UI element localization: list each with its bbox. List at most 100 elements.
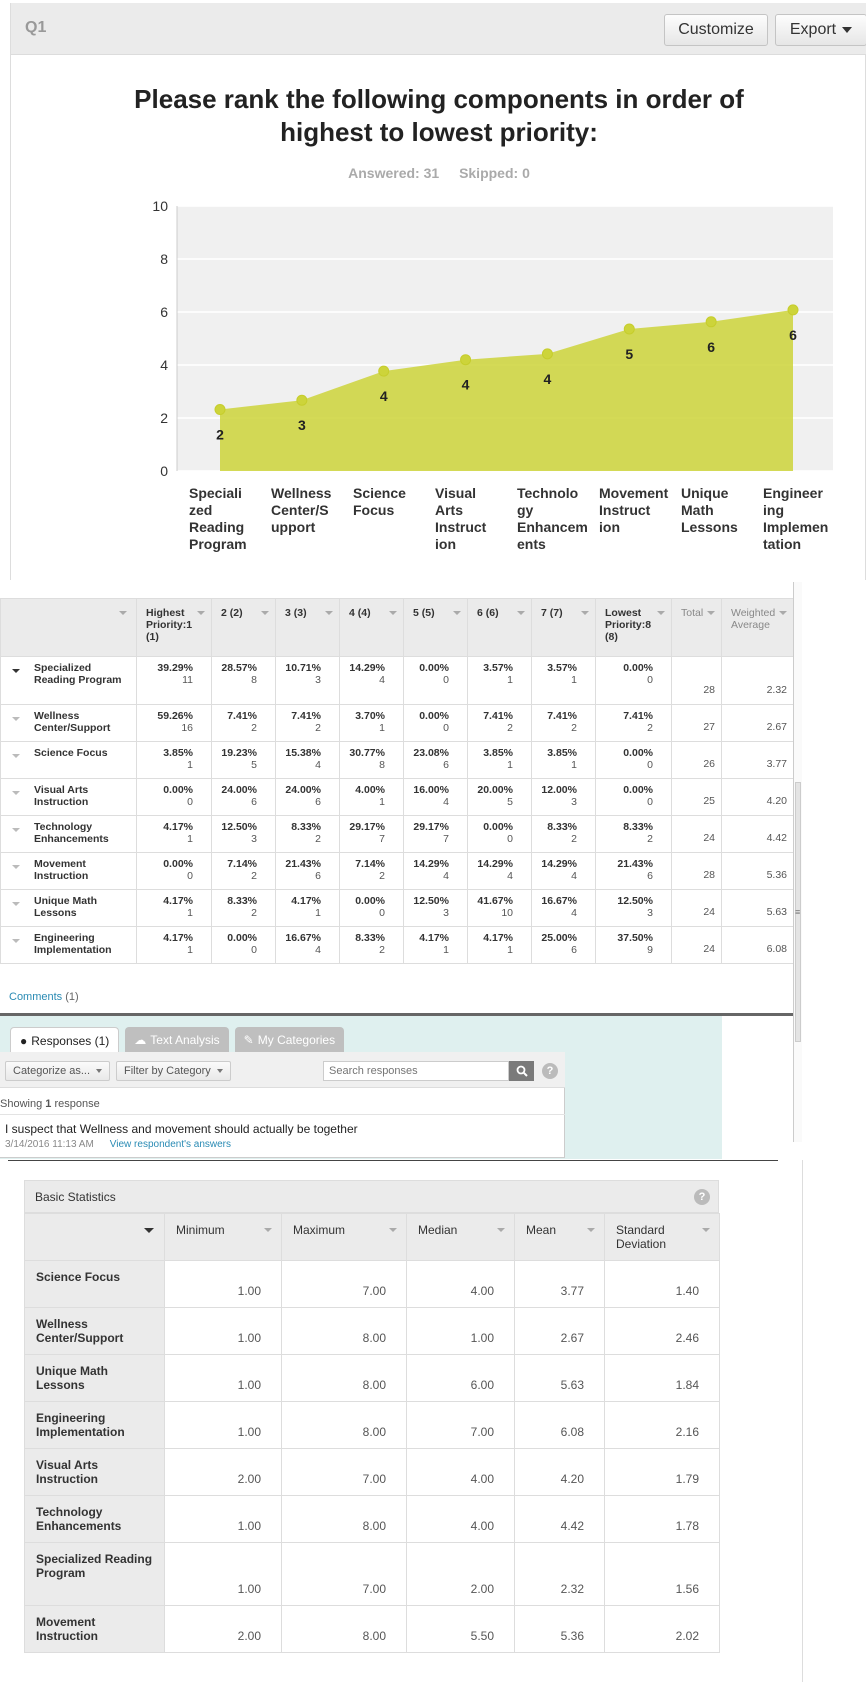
question-title: Please rank the following components in … (134, 84, 744, 147)
tab-responses[interactable]: ● Responses (1) (10, 1027, 120, 1053)
view-respondent-link[interactable]: View respondent's answers (110, 1139, 231, 1150)
chevron-down-icon[interactable] (12, 754, 20, 758)
data-point[interactable] (214, 404, 226, 416)
response-meta: 3/14/2016 11:13 AM View respondent's answ… (5, 1139, 231, 1150)
stats-row-label: Movement Instruction (24, 1605, 165, 1653)
help-icon[interactable]: ? (694, 1189, 710, 1205)
x-tick-label: Unique (681, 485, 729, 501)
row-label[interactable]: Specialized Reading Program (0, 656, 137, 705)
row-label-text: Specialized Reading Program (34, 662, 122, 686)
table-cell: 12.50% 3 (211, 815, 276, 853)
cell-count: 2 (251, 722, 257, 734)
cell-count: 6 (571, 944, 577, 956)
row-label[interactable]: Science Focus (0, 741, 137, 779)
filter-category-dropdown[interactable]: Filter by Category (116, 1061, 231, 1081)
stats-column-header[interactable]: Minimum (164, 1213, 282, 1261)
cell-count: 2 (315, 722, 321, 734)
export-button[interactable]: Export (775, 14, 866, 46)
data-point[interactable] (541, 348, 553, 360)
matrix-column-header[interactable]: 7 (7) (531, 598, 596, 657)
data-point[interactable] (623, 323, 635, 335)
data-point[interactable] (787, 304, 799, 316)
row-total: 26 (671, 741, 722, 779)
stats-column-header[interactable]: Mean (514, 1213, 605, 1261)
table-cell: 7.41% 2 (275, 704, 340, 742)
stats-cell: 4.00 (406, 1495, 515, 1543)
row-label[interactable]: Wellness Center/Support (0, 704, 137, 742)
stats-column-header[interactable]: Standard Deviation (604, 1213, 720, 1261)
chevron-down-icon[interactable] (12, 865, 20, 869)
matrix-column-header[interactable]: Highest Priority:1 (1) (136, 598, 212, 657)
chevron-down-icon[interactable] (12, 717, 20, 721)
cell-count: 3 (571, 796, 577, 808)
matrix-column-header[interactable]: 3 (3) (275, 598, 340, 657)
categorize-dropdown[interactable]: Categorize as... (5, 1061, 111, 1081)
row-label[interactable]: Engineering Implementation (0, 926, 137, 964)
stats-cell: 1.00 (164, 1401, 282, 1449)
cell-percent: 28.57% (221, 662, 257, 674)
matrix-column-header[interactable]: Lowest Priority:8 (8) (595, 598, 672, 657)
speech-bubble-icon: ● (20, 1033, 28, 1048)
stats-cell: 4.20 (514, 1448, 605, 1496)
cell-count: 1 (443, 944, 449, 956)
x-tick-label: Reading (189, 519, 244, 535)
cell-count: 5 (507, 796, 513, 808)
x-tick-label: Science (353, 485, 406, 501)
data-point[interactable] (705, 316, 717, 328)
stats-column-header[interactable]: Maximum (281, 1213, 407, 1261)
table-cell: 0.00% 0 (339, 889, 404, 927)
table-cell: 30.77% 8 (339, 741, 404, 779)
data-point[interactable] (378, 365, 390, 377)
chevron-down-icon[interactable] (12, 828, 20, 832)
data-point[interactable] (460, 354, 472, 366)
table-cell: 3.85% 1 (531, 741, 596, 779)
y-tick-label: 0 (160, 463, 168, 479)
stats-cell: 1.00 (164, 1354, 282, 1402)
matrix-column-header[interactable]: 6 (6) (467, 598, 532, 657)
cell-count: 9 (647, 944, 653, 956)
stats-column-header[interactable]: Median (406, 1213, 515, 1261)
data-point[interactable] (296, 394, 308, 406)
chevron-down-icon[interactable] (12, 902, 20, 906)
row-label[interactable]: Technology Enhancements (0, 815, 137, 853)
table-cell: 8.33% 2 (211, 889, 276, 927)
table-cell: 12.50% 3 (595, 889, 672, 927)
table-cell: 14.29% 4 (531, 852, 596, 890)
table-scrollbar[interactable]: ≡ (793, 582, 802, 1142)
cell-percent: 14.29% (349, 662, 385, 674)
search-responses-input[interactable] (323, 1061, 509, 1081)
cell-count: 1 (315, 907, 321, 919)
tab-my-categories[interactable]: ✎ My Categories (234, 1027, 345, 1052)
row-label-text: Visual Arts Instruction (34, 784, 89, 808)
table-cell: 16.67% 4 (531, 889, 596, 927)
column-header-label: 6 (6) (477, 607, 499, 619)
column-header-label: 7 (7) (541, 607, 563, 619)
cell-count: 6 (251, 796, 257, 808)
row-label-text: Wellness Center/Support (34, 710, 111, 734)
customize-button[interactable]: Customize (664, 14, 768, 46)
matrix-column-header[interactable]: 2 (2) (211, 598, 276, 657)
stats-corner-header[interactable] (24, 1213, 165, 1261)
stats-cell: 1.00 (164, 1260, 282, 1308)
row-label[interactable]: Movement Instruction (0, 852, 137, 890)
row-label[interactable]: Unique Math Lessons (0, 889, 137, 927)
chevron-down-icon[interactable] (12, 791, 20, 795)
chevron-down-icon[interactable] (12, 939, 20, 943)
table-cell: 0.00% 0 (467, 815, 532, 853)
comments-link[interactable]: Comments (1) (9, 991, 79, 1003)
row-weighted-average: 2.67 (721, 704, 794, 742)
matrix-corner-header[interactable] (0, 598, 137, 657)
row-label-text: Technology Enhancements (34, 821, 109, 845)
cell-count: 11 (182, 674, 193, 686)
chevron-down-icon[interactable] (12, 669, 20, 673)
chevron-down-icon (657, 611, 665, 615)
tab-my-categories-label: My Categories (257, 1032, 336, 1047)
help-icon[interactable]: ? (542, 1063, 558, 1079)
matrix-column-header[interactable]: Total (671, 598, 722, 657)
search-button[interactable] (509, 1061, 534, 1081)
matrix-column-header[interactable]: 5 (5) (403, 598, 468, 657)
row-label[interactable]: Visual Arts Instruction (0, 778, 137, 816)
matrix-column-header[interactable]: 4 (4) (339, 598, 404, 657)
matrix-column-header[interactable]: Weighted Average (721, 598, 794, 657)
tab-text-analysis[interactable]: ☁ Text Analysis (125, 1027, 229, 1052)
